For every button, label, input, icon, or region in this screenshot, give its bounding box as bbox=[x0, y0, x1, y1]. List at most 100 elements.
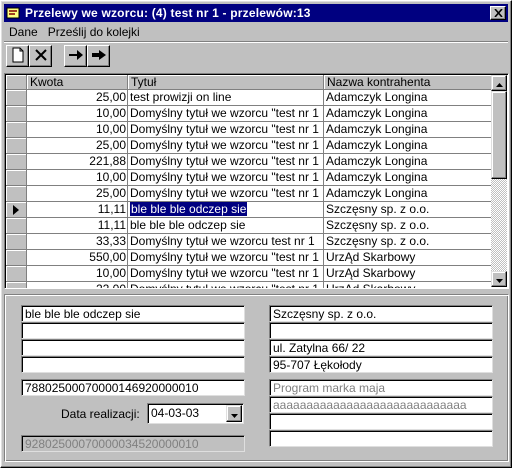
cell-nazwa[interactable]: Adamczyk Longina bbox=[324, 122, 492, 138]
close-icon bbox=[493, 6, 503, 20]
row-indicator[interactable] bbox=[6, 186, 27, 202]
cell-kwota[interactable]: 33,33 bbox=[27, 234, 128, 250]
cell-tytul[interactable]: Domyślny tytuł we wzorcu "test nr 1 bbox=[128, 138, 324, 154]
vertical-scrollbar[interactable] bbox=[491, 75, 507, 287]
cell-tytul-text: Domyślny tytuł we wzorcu "test nr 1 bbox=[130, 170, 319, 184]
cell-nazwa[interactable]: Szczęsny sp. z o.o. bbox=[324, 202, 492, 218]
move-right-button[interactable] bbox=[64, 45, 87, 67]
table-row[interactable]: 550,00 Domyślny tytuł we wzorcu "test nr … bbox=[6, 250, 492, 266]
table-row[interactable]: 33,33 Domyślny tytuł we wzorcu test nr 1 S… bbox=[6, 234, 492, 250]
cell-kwota[interactable]: 25,00 bbox=[27, 138, 128, 154]
cell-kwota[interactable]: 10,00 bbox=[27, 170, 128, 186]
cell-tytul[interactable]: Domyślny tytuł we wzorcu "test nr 1 bbox=[128, 266, 324, 282]
cell-tytul[interactable]: Domyślny tytuł we wzorcu "test nr 1 bbox=[128, 282, 324, 288]
date-dropdown-button[interactable] bbox=[226, 405, 242, 422]
title-line-2-field[interactable] bbox=[21, 322, 245, 339]
cell-tytul[interactable]: Domyślny tytuł we wzorcu "test nr 1 bbox=[128, 122, 324, 138]
table-row[interactable]: 10,00 Domyślny tytuł we wzorcu "test nr 1… bbox=[6, 106, 492, 122]
cell-tytul[interactable]: Domyślny tytuł we wzorcu "test nr 1 bbox=[128, 106, 324, 122]
cell-nazwa[interactable]: UrzĄd Skarbowy bbox=[324, 266, 492, 282]
recipient-line-3-field[interactable]: ul. Zatylna 66/ 22 bbox=[269, 339, 493, 356]
row-indicator[interactable] bbox=[6, 138, 27, 154]
program-line-3-field[interactable] bbox=[269, 413, 493, 430]
cell-nazwa[interactable]: Adamczyk Longina bbox=[324, 154, 492, 170]
cell-nazwa[interactable]: UrzĄd Skarbowy bbox=[324, 250, 492, 266]
cell-kwota[interactable]: 10,00 bbox=[27, 122, 128, 138]
cell-tytul[interactable]: Domyślny tytuł we wzorcu "test nr 1 bbox=[128, 250, 324, 266]
title-line-3-field[interactable] bbox=[21, 339, 245, 356]
header-indicator bbox=[6, 75, 27, 90]
cell-kwota[interactable]: 11,11 bbox=[27, 218, 128, 234]
header-kwota[interactable]: Kwota bbox=[27, 75, 128, 90]
row-indicator[interactable] bbox=[6, 122, 27, 138]
cell-nazwa[interactable]: Adamczyk Longina bbox=[324, 186, 492, 202]
cell-nazwa[interactable]: Adamczyk Longina bbox=[324, 170, 492, 186]
scroll-down-button[interactable] bbox=[491, 271, 507, 287]
row-indicator[interactable] bbox=[6, 202, 27, 218]
cell-kwota[interactable]: 10,00 bbox=[27, 266, 128, 282]
recipient-line-4-field[interactable]: 95-707 Łękołody bbox=[269, 356, 493, 373]
cell-kwota[interactable]: 11,11 bbox=[27, 202, 128, 218]
send-button[interactable] bbox=[87, 45, 110, 67]
close-button[interactable] bbox=[490, 6, 506, 20]
menu-dane[interactable]: Dane bbox=[4, 25, 43, 39]
cell-nazwa[interactable]: Szczęsny sp. z o.o. bbox=[324, 218, 492, 234]
row-indicator[interactable] bbox=[6, 90, 27, 106]
cell-kwota[interactable]: 10,00 bbox=[27, 106, 128, 122]
program-line-4-field[interactable] bbox=[269, 430, 493, 447]
recipient-line-2-field[interactable] bbox=[269, 322, 493, 339]
row-indicator[interactable] bbox=[6, 234, 27, 250]
account-number-field[interactable]: 78802500070000146920000010 bbox=[21, 379, 245, 396]
menu-przeslij-do-kolejki[interactable]: Prześlij do kolejki bbox=[43, 25, 145, 39]
cell-tytul[interactable]: Domyślny tytuł we wzorcu "test nr 1 bbox=[128, 186, 324, 202]
title-bar[interactable]: Przelewy we wzorcu: (4) test nr 1 - prze… bbox=[4, 4, 508, 22]
header-tytul[interactable]: Tytuł bbox=[128, 75, 324, 90]
cell-nazwa[interactable]: Adamczyk Longina bbox=[324, 106, 492, 122]
table-row[interactable]: 11,11 ble ble ble odczep sie Szczęsny sp. … bbox=[6, 218, 492, 234]
scroll-up-button[interactable] bbox=[491, 75, 507, 91]
table-row[interactable]: 25,00 Domyślny tytuł we wzorcu "test nr 1… bbox=[6, 138, 492, 154]
row-indicator[interactable] bbox=[6, 106, 27, 122]
table-row[interactable]: 10,00 Domyślny tytuł we wzorcu "test nr 1… bbox=[6, 266, 492, 282]
table-row[interactable]: 25,00 test prowizji on line Adamczyk Longi… bbox=[6, 90, 492, 106]
table-row[interactable]: 25,00 Domyślny tytuł we wzorcu "test nr 1… bbox=[6, 186, 492, 202]
program-line-1-field[interactable]: Program marka maja bbox=[269, 379, 493, 396]
cell-nazwa[interactable]: UrzĄd Skarbowy bbox=[324, 282, 492, 288]
row-indicator[interactable] bbox=[6, 282, 27, 288]
cell-tytul[interactable]: ble ble ble odczep sie bbox=[128, 218, 324, 234]
title-line-1-field[interactable]: ble ble ble odczep sie bbox=[21, 305, 245, 322]
cell-kwota[interactable]: 25,00 bbox=[27, 186, 128, 202]
cell-nazwa[interactable]: Adamczyk Longina bbox=[324, 138, 492, 154]
table-row[interactable]: 22,00 Domyślny tytuł we wzorcu "test nr 1… bbox=[6, 282, 492, 288]
cell-tytul[interactable]: test prowizji on line bbox=[128, 90, 324, 106]
table-row[interactable]: 10,00 Domyślny tytuł we wzorcu "test nr 1… bbox=[6, 170, 492, 186]
program-line-2-field[interactable]: aaaaaaaaaaaaaaaaaaaaaaaaaaaaa bbox=[269, 396, 493, 413]
cell-kwota[interactable]: 22,00 bbox=[27, 282, 128, 288]
cell-tytul[interactable]: Domyślny tytuł we wzorcu "test nr 1 bbox=[128, 154, 324, 170]
cell-tytul[interactable]: Domyślny tytuł we wzorcu test nr 1 bbox=[128, 234, 324, 250]
row-indicator[interactable] bbox=[6, 266, 27, 282]
scroll-thumb[interactable] bbox=[491, 91, 507, 179]
row-indicator[interactable] bbox=[6, 170, 27, 186]
title-line-4-field[interactable] bbox=[21, 356, 245, 373]
cell-kwota[interactable]: 25,00 bbox=[27, 90, 128, 106]
row-indicator[interactable] bbox=[6, 250, 27, 266]
recipient-line-1-field[interactable]: Szczęsny sp. z o.o. bbox=[269, 305, 493, 322]
table-row[interactable]: 10,00 Domyślny tytuł we wzorcu "test nr 1… bbox=[6, 122, 492, 138]
cell-nazwa[interactable]: Szczęsny sp. z o.o. bbox=[324, 234, 492, 250]
delete-button[interactable] bbox=[29, 45, 52, 67]
row-indicator[interactable] bbox=[6, 154, 27, 170]
transfers-grid[interactable]: Kwota Tytuł Nazwa kontrahenta 25,00 test … bbox=[4, 73, 509, 289]
row-indicator[interactable] bbox=[6, 218, 27, 234]
table-row[interactable]: 221,88 Domyślny tytuł we wzorcu "test nr … bbox=[6, 154, 492, 170]
new-button[interactable] bbox=[6, 45, 29, 67]
cell-kwota[interactable]: 221,88 bbox=[27, 154, 128, 170]
date-combobox[interactable]: 04-03-03 bbox=[147, 403, 244, 424]
cell-tytul[interactable]: ble ble ble odczep sie bbox=[128, 202, 324, 218]
header-nazwa-kontrahenta[interactable]: Nazwa kontrahenta bbox=[324, 75, 492, 90]
cell-kwota[interactable]: 550,00 bbox=[27, 250, 128, 266]
new-document-icon bbox=[11, 47, 25, 66]
table-row[interactable]: 11,11 ble ble ble odczep sie Szczęsny sp. … bbox=[6, 202, 492, 218]
cell-nazwa[interactable]: Adamczyk Longina bbox=[324, 90, 492, 106]
cell-tytul[interactable]: Domyślny tytuł we wzorcu "test nr 1 bbox=[128, 170, 324, 186]
